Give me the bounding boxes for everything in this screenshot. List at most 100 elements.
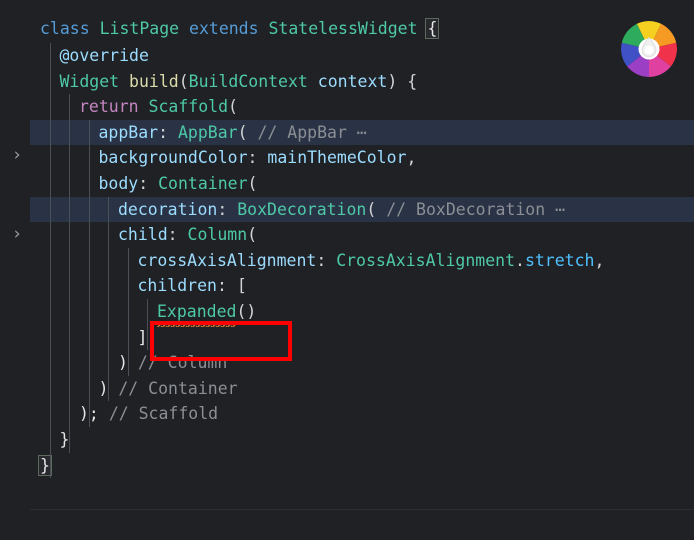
- code-token: stretch: [524, 250, 595, 270]
- code-token: (: [247, 174, 258, 193]
- code-token: @override: [59, 46, 149, 65]
- code-line[interactable]: ) // Column: [30, 350, 694, 376]
- code-line-text: Widget build(BuildContext context) {: [60, 69, 418, 95]
- code-token: body: [98, 174, 139, 193]
- code-token: Column: [187, 225, 248, 245]
- code-token: :: [217, 199, 238, 219]
- color-picker-wheel[interactable]: [621, 21, 677, 77]
- code-line[interactable]: }: [30, 453, 694, 479]
- code-line-text: }: [60, 427, 70, 453]
- code-token: StatelessWidget: [268, 19, 428, 38]
- code-line[interactable]: ]: [30, 325, 694, 351]
- code-token: (: [237, 122, 258, 142]
- code-line[interactable]: crossAxisAlignment: CrossAxisAlignment.s…: [30, 248, 694, 274]
- editor-gutter: › ›: [0, 0, 30, 540]
- code-token: .: [515, 250, 525, 270]
- code-line-text: backgroundColor: mainThemeColor,: [99, 145, 417, 171]
- code-token: Expanded: [157, 299, 236, 325]
- code-token: }: [59, 430, 70, 449]
- code-token: context: [317, 71, 388, 91]
- editor-bottom-rule: [30, 509, 694, 510]
- code-line-text: @override: [60, 43, 149, 69]
- code-token: Widget: [59, 71, 130, 91]
- code-editor[interactable]: › › class ListPage extends StatelessWidg…: [0, 0, 694, 540]
- code-token: :: [167, 225, 188, 245]
- code-line-text: ]: [138, 325, 148, 351]
- code-line-text: ); // Scaffold: [79, 401, 218, 427]
- code-line-text: }: [38, 453, 52, 479]
- code-token: ,: [594, 250, 605, 270]
- code-line-text: class ListPage extends StatelessWidget {: [40, 16, 440, 42]
- code-line-text: decoration: BoxDecoration( // BoxDecorat…: [118, 197, 565, 223]
- code-token: decoration: [118, 199, 218, 219]
- code-token: // Column: [137, 353, 228, 373]
- code-line[interactable]: ) // Container: [30, 376, 694, 402]
- code-token: {: [425, 18, 440, 39]
- code-line-text: body: Container(: [99, 171, 258, 197]
- code-line[interactable]: backgroundColor: mainThemeColor,: [30, 145, 694, 171]
- indent-guide: [127, 247, 129, 376]
- code-token: // AppBar ⋯: [257, 122, 367, 142]
- code-line[interactable]: Widget build(BuildContext context) {: [30, 69, 694, 95]
- code-token: );: [79, 404, 109, 424]
- code-content[interactable]: class ListPage extends StatelessWidget {…: [30, 0, 694, 540]
- code-token: (: [366, 199, 387, 219]
- code-line-text: ) // Column: [118, 350, 227, 376]
- code-token: (: [247, 225, 258, 245]
- code-line[interactable]: ); // Scaffold: [30, 401, 694, 427]
- code-token: extends: [189, 19, 269, 38]
- code-line[interactable]: child: Column(: [30, 222, 694, 248]
- code-token: CrossAxisAlignment: [336, 250, 515, 270]
- code-token: BuildContext: [188, 71, 318, 91]
- indent-guide: [69, 94, 70, 453]
- code-token: :: [316, 250, 337, 270]
- color-wheel-droplet-highlight: [644, 45, 654, 55]
- code-token: AppBar: [177, 122, 238, 142]
- indent-guide: [49, 43, 51, 479]
- code-token: ListPage: [99, 19, 190, 38]
- code-token: children: [137, 276, 217, 296]
- code-token: Container: [158, 174, 248, 193]
- code-token: appBar: [98, 122, 159, 142]
- code-line-text: crossAxisAlignment: CrossAxisAlignment.s…: [138, 248, 605, 274]
- code-token: crossAxisAlignment: [137, 250, 317, 270]
- code-token: return: [79, 97, 149, 117]
- code-token: :: [247, 148, 268, 168]
- fold-chevron-appbar[interactable]: ›: [8, 143, 26, 168]
- code-token: :: [138, 174, 159, 193]
- code-token: // Scaffold: [108, 404, 219, 424]
- code-token: // BoxDecoration ⋯: [386, 199, 566, 219]
- code-token: Scaffold: [148, 97, 229, 117]
- code-token: // Container: [118, 378, 238, 398]
- code-token: (: [228, 97, 238, 117]
- code-line[interactable]: decoration: BoxDecoration( // BoxDecorat…: [30, 196, 694, 223]
- fold-chevron-boxdecoration[interactable]: ›: [8, 222, 26, 247]
- code-line-text: ) // Container: [99, 376, 238, 402]
- code-token: mainThemeColor: [267, 148, 407, 168]
- code-line[interactable]: return Scaffold(: [30, 94, 694, 120]
- code-line[interactable]: Expanded(): [30, 299, 694, 325]
- code-line-text: appBar: AppBar( // AppBar ⋯: [99, 120, 367, 146]
- code-line-text: return Scaffold(: [79, 94, 238, 120]
- code-token: backgroundColor: [98, 148, 248, 168]
- indent-guide: [147, 299, 148, 351]
- code-line[interactable]: }: [30, 427, 694, 453]
- code-token: (): [236, 302, 257, 321]
- code-line-text: children: [: [138, 273, 247, 299]
- code-token: class: [40, 19, 100, 38]
- code-token: :: [158, 122, 178, 142]
- code-token: BoxDecoration: [237, 199, 367, 219]
- code-token: child: [118, 225, 168, 245]
- code-line[interactable]: appBar: AppBar( // AppBar ⋯: [30, 119, 694, 146]
- code-line-text: Expanded(): [157, 299, 256, 325]
- code-token: : [: [216, 276, 247, 296]
- code-line[interactable]: children: [: [30, 273, 694, 299]
- code-line-text: child: Column(: [118, 222, 257, 248]
- code-line[interactable]: @override: [30, 43, 694, 69]
- code-line[interactable]: class ListPage extends StatelessWidget {: [30, 16, 694, 42]
- code-token: ]: [137, 327, 148, 347]
- indent-guide: [108, 196, 109, 402]
- code-line[interactable]: body: Container(: [30, 171, 694, 197]
- indent-guide: [88, 119, 90, 427]
- code-token: ,: [406, 148, 417, 168]
